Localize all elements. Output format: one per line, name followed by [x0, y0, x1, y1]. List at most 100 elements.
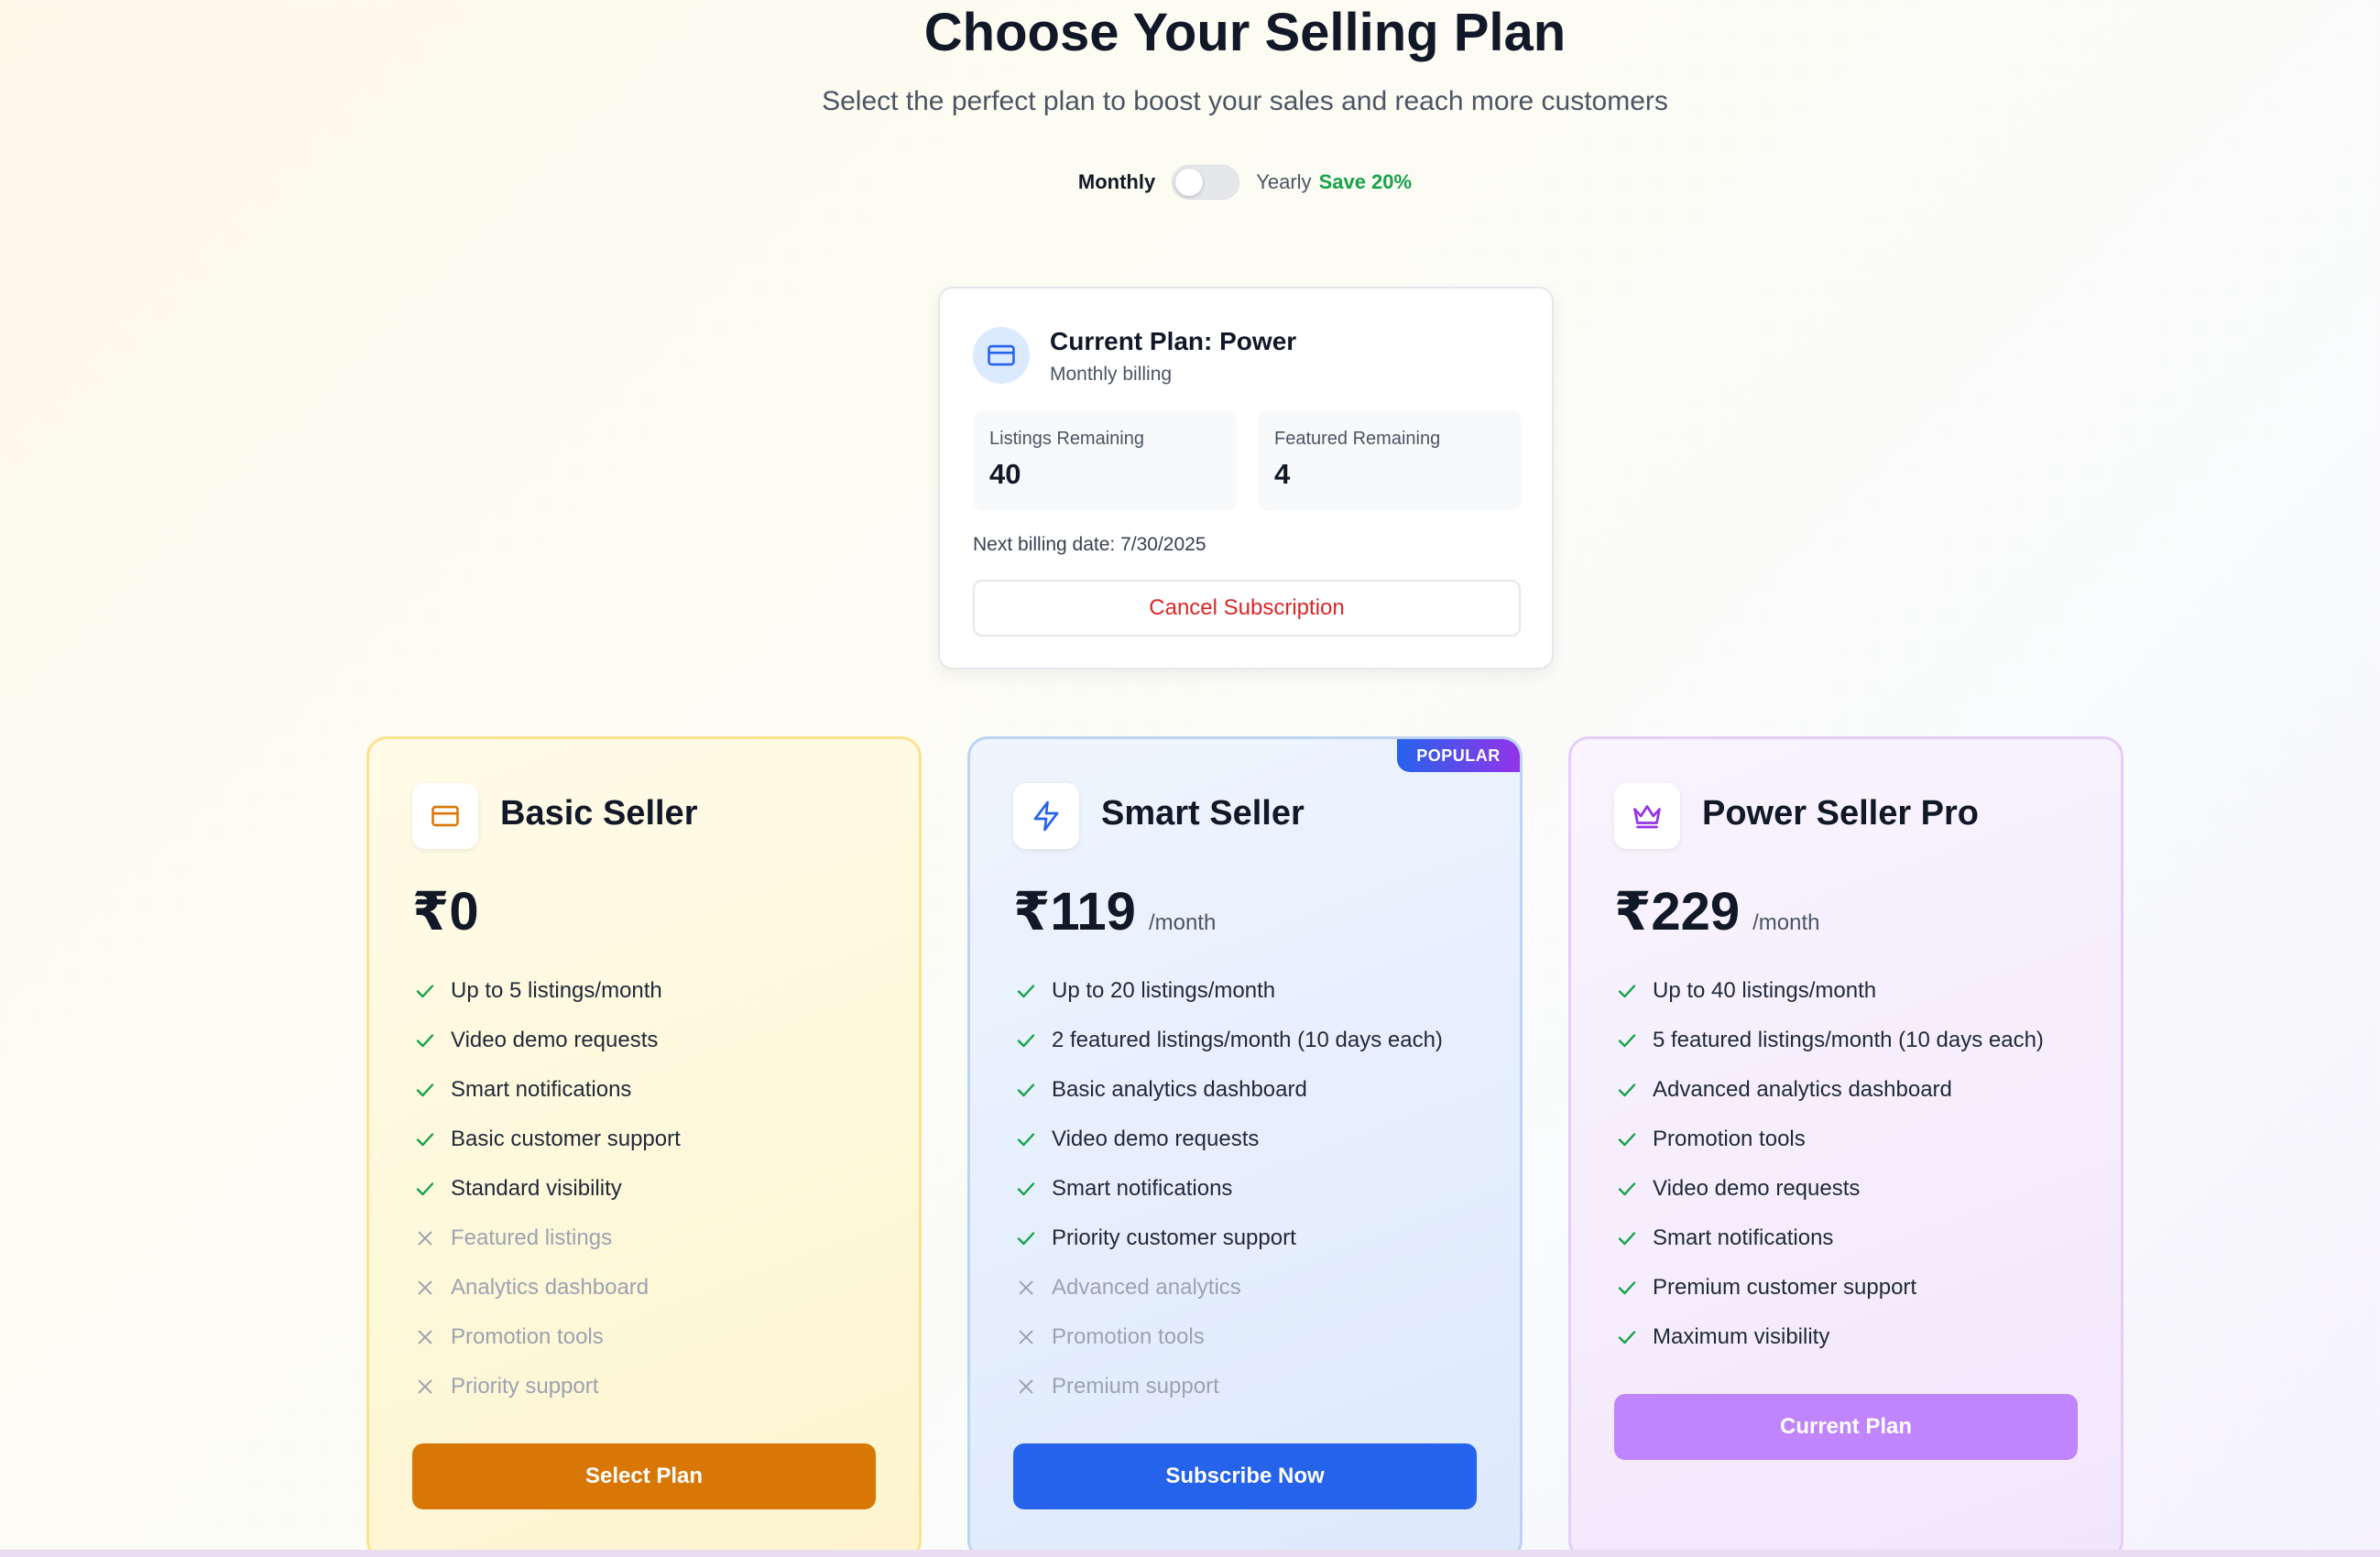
feature-item: Premium support [1013, 1362, 1443, 1411]
feature-text: Advanced analytics [1052, 1275, 1241, 1300]
feature-text: Analytics dashboard [451, 1275, 650, 1300]
check-icon [1013, 978, 1039, 1004]
feature-text: Premium customer support [1653, 1275, 1917, 1300]
check-icon [1013, 1077, 1039, 1103]
price-amount: ₹119 [1013, 882, 1136, 942]
feature-text: Video demo requests [451, 1028, 659, 1052]
check-icon [1013, 1225, 1039, 1251]
plan-price: ₹229 /month [1614, 880, 1820, 942]
page-title: Choose Your Selling Plan [923, 3, 1567, 62]
plan-name: Basic Seller [500, 794, 698, 833]
feature-item: Standard visibility [412, 1164, 681, 1214]
feature-text: Smart notifications [1052, 1176, 1233, 1201]
feature-text: Premium support [1052, 1374, 1219, 1399]
feature-item: Maximum visibility [1614, 1312, 2044, 1362]
feature-item: Up to 20 listings/month [1013, 966, 1443, 1016]
feature-text: Promotion tools [1052, 1324, 1205, 1349]
crown-icon [1614, 783, 1680, 849]
plan-card-power: Power Seller Pro ₹229 /month Up to 40 li… [1568, 736, 2123, 1557]
check-icon [1614, 1127, 1640, 1152]
feature-item: Basic analytics dashboard [1013, 1065, 1443, 1115]
price-amount: ₹229 [1614, 882, 1741, 942]
check-icon [1013, 1028, 1039, 1053]
credit-card-icon [973, 327, 1030, 384]
feature-text: Promotion tools [1653, 1127, 1806, 1151]
x-icon [412, 1275, 438, 1301]
popular-badge: POPULAR [1397, 739, 1520, 772]
feature-item: Video demo requests [412, 1016, 681, 1065]
feature-text: Basic customer support [451, 1127, 681, 1151]
feature-item: Promotion tools [412, 1312, 681, 1362]
feature-text: Video demo requests [1653, 1176, 1861, 1201]
billing-toggle: Monthly Yearly Save 20% [0, 165, 2380, 200]
x-icon [1013, 1275, 1039, 1301]
feature-text: Smart notifications [451, 1077, 632, 1102]
feature-item: Promotion tools [1013, 1312, 1443, 1362]
featured-remaining-stat: Featured Remaining 4 [1258, 410, 1522, 511]
feature-text: Video demo requests [1052, 1127, 1260, 1151]
feature-list: Up to 20 listings/month 2 featured listin… [1013, 966, 1443, 1411]
listings-remaining-stat: Listings Remaining 40 [973, 410, 1237, 511]
x-icon [412, 1324, 438, 1350]
feature-item: Promotion tools [1614, 1115, 2044, 1164]
current-plan-title: Current Plan: Power [1050, 327, 1297, 355]
select-plan-button[interactable]: Select Plan [412, 1443, 876, 1509]
feature-item: Smart notifications [1614, 1214, 2044, 1263]
plan-name: Smart Seller [1101, 794, 1305, 833]
check-icon [1013, 1127, 1039, 1152]
feature-text: Up to 5 listings/month [451, 978, 662, 1003]
plan-price: ₹0 [412, 880, 492, 942]
feature-text: Featured listings [451, 1225, 613, 1250]
feature-item: Up to 40 listings/month [1614, 966, 2044, 1016]
x-icon [412, 1374, 438, 1399]
check-icon [412, 1176, 438, 1202]
check-icon [412, 1028, 438, 1053]
price-amount: ₹0 [412, 882, 479, 942]
feature-item: Up to 5 listings/month [412, 966, 681, 1016]
feature-text: 2 featured listings/month (10 days each) [1052, 1028, 1443, 1052]
feature-item: Analytics dashboard [412, 1263, 681, 1312]
bottom-strip [0, 1550, 2380, 1557]
feature-list: Up to 5 listings/month Video demo request… [412, 966, 681, 1411]
feature-text: Maximum visibility [1653, 1324, 1830, 1349]
feature-item: 5 featured listings/month (10 days each) [1614, 1016, 2044, 1065]
save-badge: Save 20% [1318, 170, 1413, 193]
feature-item: Smart notifications [412, 1065, 681, 1115]
feature-item: Basic customer support [412, 1115, 681, 1164]
yearly-label[interactable]: Yearly [1256, 170, 1311, 194]
current-plan-button[interactable]: Current Plan [1614, 1394, 2078, 1460]
billing-switch-knob [1175, 169, 1204, 196]
plan-card-smart: POPULAR Smart Seller ₹119 /month Up to 2… [967, 736, 1523, 1557]
x-icon [1013, 1324, 1039, 1350]
x-icon [1013, 1374, 1039, 1399]
monthly-label[interactable]: Monthly [1078, 170, 1155, 194]
current-plan-card: Current Plan: Power Monthly billing List… [938, 287, 1554, 670]
feature-text: Standard visibility [451, 1176, 622, 1201]
listings-remaining-label: Listings Remaining [989, 429, 1144, 449]
feature-item: Advanced analytics [1013, 1263, 1443, 1312]
check-icon [1614, 1275, 1640, 1301]
billing-switch[interactable] [1172, 165, 1240, 200]
check-icon [1013, 1176, 1039, 1202]
pricing-page: Choose Your Selling Plan Select the perf… [0, 0, 2380, 1557]
feature-item: Advanced analytics dashboard [1614, 1065, 2044, 1115]
subscribe-now-button[interactable]: Subscribe Now [1013, 1443, 1477, 1509]
feature-text: Smart notifications [1653, 1225, 1834, 1250]
check-icon [1614, 1176, 1640, 1202]
check-icon [1614, 978, 1640, 1004]
check-icon [1614, 1225, 1640, 1251]
cancel-subscription-button[interactable]: Cancel Subscription [973, 580, 1521, 637]
plan-price: ₹119 /month [1013, 880, 1216, 942]
price-period: /month [1752, 910, 1820, 935]
x-icon [412, 1225, 438, 1251]
lightning-icon [1013, 783, 1079, 849]
feature-item: Priority support [412, 1362, 681, 1411]
featured-remaining-value: 4 [1274, 458, 1291, 490]
feature-text: 5 featured listings/month (10 days each) [1653, 1028, 2044, 1052]
feature-text: Up to 40 listings/month [1653, 978, 1877, 1003]
plan-name: Power Seller Pro [1702, 794, 1980, 833]
credit-card-icon [412, 783, 478, 849]
check-icon [1614, 1324, 1640, 1350]
feature-item: Smart notifications [1013, 1164, 1443, 1214]
feature-text: Advanced analytics dashboard [1653, 1077, 1952, 1102]
